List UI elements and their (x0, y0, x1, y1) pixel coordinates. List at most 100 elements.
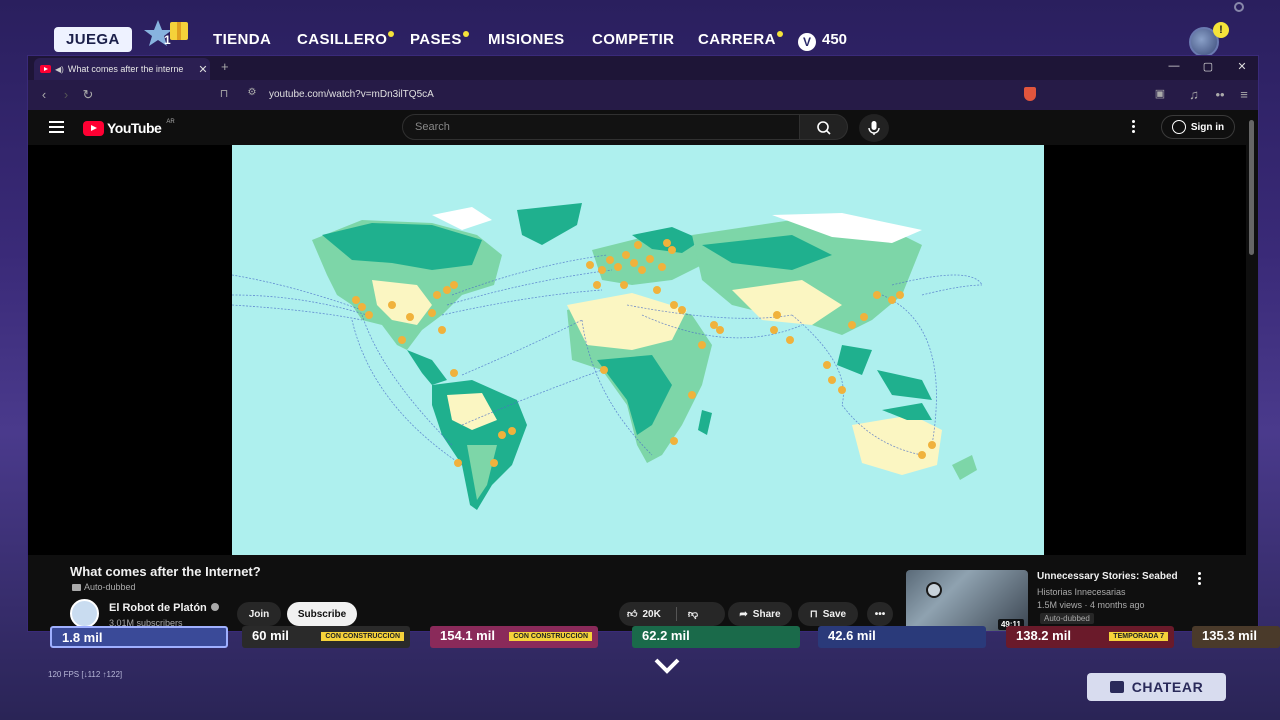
world-map-illustration (232, 203, 983, 510)
bookmark-save-icon: ⊓ (809, 608, 818, 620)
tab-title: What comes after the interne (67, 64, 184, 74)
music-icon[interactable]: ♫ (1186, 87, 1202, 102)
notification-dot (388, 31, 395, 37)
like-dislike-group[interactable]: 👍︎ 20K 👎︎ (619, 602, 725, 626)
join-button[interactable]: Join (237, 602, 281, 626)
recommended-video-thumbnail[interactable]: 49:11 (906, 570, 1028, 631)
game-top-bar: JUEGA 1 TIENDA CASILLERO PASES MISIONES … (0, 0, 1280, 57)
recommended-channel-name[interactable]: Historias Innecesarias (1037, 587, 1126, 597)
sign-in-label: Sign in (1190, 121, 1225, 133)
minimize-button[interactable]: — (1166, 60, 1182, 72)
browser-window: ◀) What comes after the interne ✕ + — ▢ … (27, 55, 1259, 632)
subscribe-button[interactable]: Subscribe (287, 602, 357, 626)
mode-tile-3[interactable]: 154.1 mil CON CONSTRUCCIÓN (430, 626, 598, 648)
game-tab-pases[interactable]: PASES (410, 31, 469, 48)
menu-icon[interactable]: ≡ (1236, 87, 1252, 102)
address-bar[interactable]: youtube.com/watch?v=mDn3ilTQ5cA (269, 89, 434, 100)
channel-name[interactable]: El Robot de Platón (109, 602, 219, 614)
game-tab-competir[interactable]: COMPETIR (592, 31, 674, 48)
game-tab-carrera-label: CARRERA (698, 31, 776, 48)
settings-icon[interactable] (1234, 2, 1244, 12)
youtube-logo[interactable]: YouTube AR (83, 119, 175, 136)
recommended-more-icon[interactable] (1198, 572, 1202, 587)
dubbed-icon (72, 583, 81, 591)
recommended-video-title[interactable]: Unnecessary Stories: Seabed (1037, 571, 1178, 582)
mode-tile-2[interactable]: 60 mil CON CONSTRUCCIÓN (242, 626, 410, 648)
gift-icon[interactable]: 1 (142, 14, 200, 54)
game-tab-juega[interactable]: JUEGA (54, 27, 132, 52)
voice-search-button[interactable] (859, 114, 889, 142)
back-icon[interactable]: ‹ (36, 87, 52, 102)
notification-dot (462, 31, 469, 37)
player-count: 135.3 mil (1202, 628, 1257, 643)
game-tab-misiones[interactable]: MISIONES (488, 31, 565, 48)
mode-tile-1[interactable]: 1.8 mil (50, 626, 228, 648)
close-tab-icon[interactable]: ✕ (196, 63, 210, 76)
chat-label: CHATEAR (1131, 679, 1204, 695)
search-input[interactable]: Search (402, 114, 800, 140)
hamburger-menu-icon[interactable] (49, 121, 64, 133)
notification-dot (776, 31, 783, 37)
user-icon (1171, 120, 1186, 134)
save-label: Save (822, 608, 847, 620)
auto-dubbed-label: Auto-dubbed (72, 582, 136, 592)
video-title: What comes after the Internet? (70, 564, 261, 579)
thumbs-down-icon[interactable]: 👎︎ (688, 608, 698, 620)
verified-icon (210, 603, 219, 611)
brave-shield-icon[interactable] (1024, 87, 1036, 101)
player-count: 42.6 mil (828, 628, 876, 643)
screenshot-icon[interactable]: ▣ (1152, 87, 1168, 100)
thumbs-up-icon[interactable]: 👍︎ (627, 608, 637, 620)
gift-badge: 1 (164, 33, 171, 47)
auto-dubbed-text: Auto-dubbed (84, 582, 136, 592)
game-tab-casillero[interactable]: CASILLERO (297, 31, 395, 48)
search-button[interactable] (800, 114, 848, 140)
youtube-logo-text: YouTube (107, 120, 162, 136)
channel-avatar[interactable] (70, 599, 99, 628)
share-button[interactable]: ➦ Share (728, 602, 792, 626)
sign-in-button[interactable]: Sign in (1161, 115, 1235, 139)
mode-tile-4[interactable]: 62.2 mil (632, 626, 800, 648)
speaker-icon: ◀) (55, 64, 64, 74)
alert-badge: ! (1213, 22, 1229, 38)
mode-tile-5[interactable]: 42.6 mil (818, 626, 986, 648)
video-player[interactable] (28, 145, 1246, 555)
vbucks-balance[interactable]: V 450 (798, 31, 847, 51)
game-tab-pases-label: PASES (410, 31, 462, 48)
game-tab-tienda[interactable]: TIENDA (213, 31, 271, 48)
maximize-button[interactable]: ▢ (1200, 60, 1216, 73)
recommended-auto-dubbed: Auto-dubbed (1040, 613, 1094, 624)
forward-icon[interactable]: › (58, 87, 74, 102)
youtube-page: YouTube AR Search Sign in What comes aft… (28, 110, 1246, 631)
youtube-favicon (40, 65, 51, 73)
player-count: 62.2 mil (642, 628, 690, 643)
mode-tile-7[interactable]: 135.3 mil (1192, 626, 1280, 648)
share-icon: ➦ (739, 608, 748, 620)
chevron-down-icon[interactable] (654, 656, 680, 676)
browser-tab-active[interactable]: ◀) What comes after the interne ✕ (34, 58, 210, 80)
more-actions-button[interactable]: ••• (867, 602, 893, 626)
navigation-bar: ‹ › ↻ ⊓ ⚙ youtube.com/watch?v=mDn3ilTQ5c… (28, 80, 1258, 110)
fps-counter: 120 FPS [↓112 ↑122] (48, 670, 123, 679)
scrollbar-thumb[interactable] (1249, 120, 1254, 255)
site-settings-icon[interactable]: ⚙ (244, 87, 260, 98)
reload-icon[interactable]: ↻ (80, 87, 96, 103)
settings-kebab-icon[interactable] (1132, 120, 1136, 135)
player-count: 1.8 mil (62, 630, 103, 645)
like-count: 20K (642, 608, 661, 620)
extensions-icon[interactable]: •• (1212, 87, 1228, 102)
mode-tag: CON CONSTRUCCIÓN (321, 632, 404, 641)
mode-tile-6[interactable]: 138.2 mil TEMPORADA 7 (1006, 626, 1174, 648)
bookmark-icon[interactable]: ⊓ (216, 87, 232, 100)
youtube-header: YouTube AR Search Sign in (28, 110, 1246, 145)
game-tab-carrera[interactable]: CARRERA (698, 31, 783, 48)
new-tab-button[interactable]: + (221, 59, 229, 74)
close-window-button[interactable]: ✕ (1234, 60, 1250, 73)
save-button[interactable]: ⊓ Save (798, 602, 858, 626)
video-frame-world-map[interactable] (232, 145, 1044, 555)
country-code: AR (166, 119, 175, 125)
search-icon (817, 121, 831, 135)
chat-button[interactable]: CHATEAR (1087, 673, 1226, 701)
page-scrollbar[interactable] (1247, 110, 1256, 631)
divider (675, 607, 677, 621)
